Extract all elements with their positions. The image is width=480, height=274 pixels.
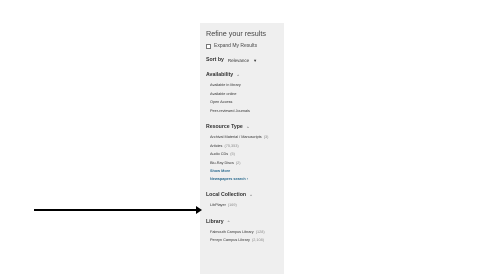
caret-down-icon[interactable]: ▼ [253, 58, 257, 63]
sort-label: Sort by [206, 57, 224, 63]
facet-label: Peer-reviewed Journals [210, 108, 250, 113]
facet-count: (3) [263, 135, 269, 139]
arrow-right-icon [196, 206, 202, 214]
chevron-up-icon[interactable]: ^ [237, 73, 239, 78]
facet-count: (2,108) [251, 238, 264, 242]
availability-title: Availability [206, 72, 234, 78]
library-header[interactable]: Library ^ [206, 219, 284, 225]
resource-type-header[interactable]: Resource Type ^ [206, 124, 284, 130]
newspapers-search-label: Newspapers search [210, 177, 246, 181]
facet-item[interactable]: Articles (75,353) [210, 142, 284, 151]
facet-item[interactable]: Audio CDs (5) [210, 150, 284, 159]
expand-results-toggle[interactable]: Expand My Results [206, 43, 284, 49]
availability-section: Availability ^ Available in library Avai… [206, 72, 284, 115]
local-collection-header[interactable]: Local Collection ^ [206, 192, 284, 198]
library-title: Library [206, 218, 224, 225]
newspapers-search-link[interactable]: Newspapers search › [210, 175, 284, 183]
facet-label: Open Access [210, 100, 233, 104]
sort-select[interactable]: Relevance [228, 58, 249, 63]
facet-label: Articles [210, 143, 223, 148]
resource-type-section: Resource Type ^ Archival Material / Manu… [206, 124, 284, 183]
library-section: Library ^ Falmouth Campus Library (128) … [206, 219, 284, 245]
pointer-arrow-line [34, 209, 198, 211]
facet-item[interactable]: Available online [210, 90, 284, 99]
chevron-up-icon[interactable]: ^ [247, 125, 249, 130]
facet-count: (75,353) [224, 143, 239, 148]
facet-label: Available in library [210, 83, 241, 87]
facet-label: Available online [210, 91, 237, 96]
chevron-up-icon[interactable]: ^ [228, 219, 230, 224]
facet-label: Archival Material / Manuscripts [210, 135, 262, 139]
facet-count: (169) [227, 203, 237, 207]
expand-results-checkbox[interactable] [206, 43, 211, 49]
facet-item[interactable]: Archival Material / Manuscripts (3) [210, 133, 284, 142]
local-collection-title: Local Collection [206, 192, 247, 198]
facet-count: (5) [230, 152, 235, 156]
facet-item[interactable]: LibPlayer (169) [210, 201, 284, 210]
refine-panel: Refine your results Expand My Results So… [200, 23, 284, 274]
facet-item[interactable]: Falmouth Campus Library (128) [210, 228, 284, 237]
facet-label: Penryn Campus Library [210, 238, 250, 242]
facet-item[interactable]: Available in library [210, 81, 284, 90]
show-more-link[interactable]: Show More [210, 167, 284, 175]
local-collection-section: Local Collection ^ LibPlayer (169) [206, 192, 284, 210]
facet-count: (2) [235, 160, 241, 165]
availability-header[interactable]: Availability ^ [206, 72, 284, 78]
facet-item[interactable]: Penryn Campus Library (2,108) [210, 236, 284, 245]
facet-label: LibPlayer [210, 203, 226, 207]
facet-item[interactable]: Peer-reviewed Journals [210, 107, 284, 116]
arrow-right-icon: › [246, 177, 248, 181]
facet-item[interactable]: Blu-Ray Discs (2) [210, 159, 284, 168]
facet-label: Audio CDs [210, 152, 229, 156]
facet-item[interactable]: Open Access [210, 98, 284, 107]
expand-results-label: Expand My Results [214, 43, 258, 49]
refine-title: Refine your results [206, 29, 266, 38]
resource-type-title: Resource Type [206, 124, 243, 130]
sort-row: Sort by Relevance ▼ [206, 57, 284, 63]
facet-label: Falmouth Campus Library [210, 229, 254, 234]
facet-label: Blu-Ray Discs [210, 160, 234, 165]
facet-count: (128) [255, 229, 265, 234]
chevron-up-icon[interactable]: ^ [250, 193, 252, 198]
